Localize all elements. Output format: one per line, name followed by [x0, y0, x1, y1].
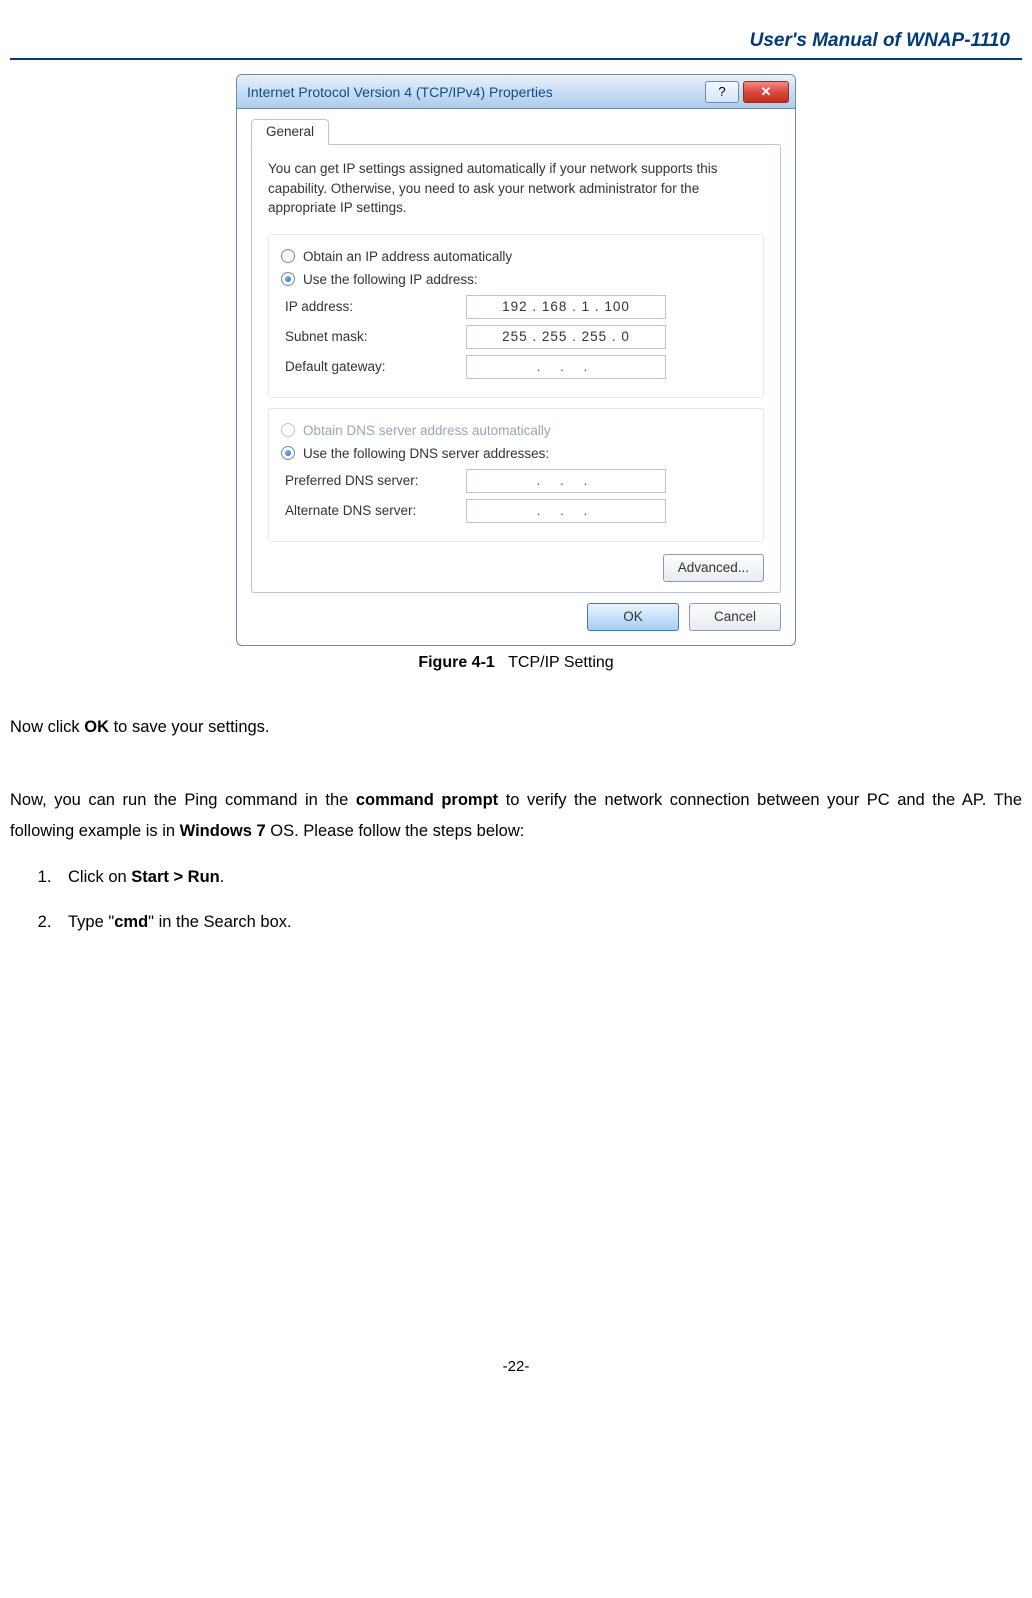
figure-wrapper: Internet Protocol Version 4 (TCP/IPv4) P…: [10, 74, 1022, 672]
default-gateway-label: Default gateway:: [281, 359, 466, 374]
tab-general[interactable]: General: [251, 119, 329, 145]
alternate-dns-label: Alternate DNS server:: [281, 503, 466, 518]
tab-content: You can get IP settings assigned automat…: [251, 144, 781, 593]
radio-icon: [281, 423, 295, 437]
advanced-button[interactable]: Advanced...: [663, 554, 764, 582]
help-icon: ?: [718, 84, 725, 99]
dialog-titlebar: Internet Protocol Version 4 (TCP/IPv4) P…: [237, 75, 795, 109]
close-button[interactable]: ✕: [743, 81, 789, 103]
figure-number: Figure 4-1: [418, 654, 494, 671]
preferred-dns-label: Preferred DNS server:: [281, 473, 466, 488]
dialog-title: Internet Protocol Version 4 (TCP/IPv4) P…: [247, 84, 553, 100]
radio-icon: [281, 272, 295, 286]
subnet-mask-label: Subnet mask:: [281, 329, 466, 344]
radio-icon: [281, 249, 295, 263]
radio-manual-ip[interactable]: Use the following IP address:: [281, 272, 751, 287]
ip-address-input[interactable]: 192 . 168 . 1 . 100: [466, 295, 666, 319]
help-button[interactable]: ?: [705, 81, 739, 103]
dns-group: Obtain DNS server address automatically …: [268, 408, 764, 542]
radio-auto-ip[interactable]: Obtain an IP address automatically: [281, 249, 751, 264]
figure-title: TCP/IP Setting: [508, 654, 614, 671]
radio-auto-dns-label: Obtain DNS server address automatically: [303, 423, 551, 438]
radio-manual-dns-label: Use the following DNS server addresses:: [303, 446, 549, 461]
subnet-mask-input[interactable]: 255 . 255 . 255 . 0: [466, 325, 666, 349]
step-1: Click on Start > Run.: [56, 862, 1022, 893]
titlebar-buttons: ? ✕: [705, 81, 789, 103]
paragraph-ping: Now, you can run the Ping command in the…: [10, 785, 1022, 848]
tcpip-dialog: Internet Protocol Version 4 (TCP/IPv4) P…: [236, 74, 796, 646]
radio-manual-ip-label: Use the following IP address:: [303, 272, 478, 287]
default-gateway-input[interactable]: . . .: [466, 355, 666, 379]
preferred-dns-input[interactable]: . . .: [466, 469, 666, 493]
figure-caption: Figure 4-1 TCP/IP Setting: [418, 654, 613, 672]
page-number: -22-: [10, 1358, 1022, 1375]
ip-address-label: IP address:: [281, 299, 466, 314]
close-icon: ✕: [761, 84, 772, 100]
header-divider: [10, 58, 1022, 60]
dialog-description: You can get IP settings assigned automat…: [268, 159, 764, 218]
step-2: Type "cmd" in the Search box.: [56, 907, 1022, 938]
page-header: User's Manual of WNAP-1110: [10, 30, 1022, 52]
radio-auto-ip-label: Obtain an IP address automatically: [303, 249, 512, 264]
ok-button[interactable]: OK: [587, 603, 679, 631]
radio-manual-dns[interactable]: Use the following DNS server addresses:: [281, 446, 751, 461]
paragraph-save-settings: Now click OK to save your settings.: [10, 712, 1022, 743]
tabstrip: General: [251, 119, 781, 145]
steps-list: Click on Start > Run. Type "cmd" in the …: [10, 862, 1022, 939]
cancel-button[interactable]: Cancel: [689, 603, 781, 631]
alternate-dns-input[interactable]: . . .: [466, 499, 666, 523]
ip-address-group: Obtain an IP address automatically Use t…: [268, 234, 764, 398]
radio-icon: [281, 446, 295, 460]
radio-auto-dns: Obtain DNS server address automatically: [281, 423, 751, 438]
